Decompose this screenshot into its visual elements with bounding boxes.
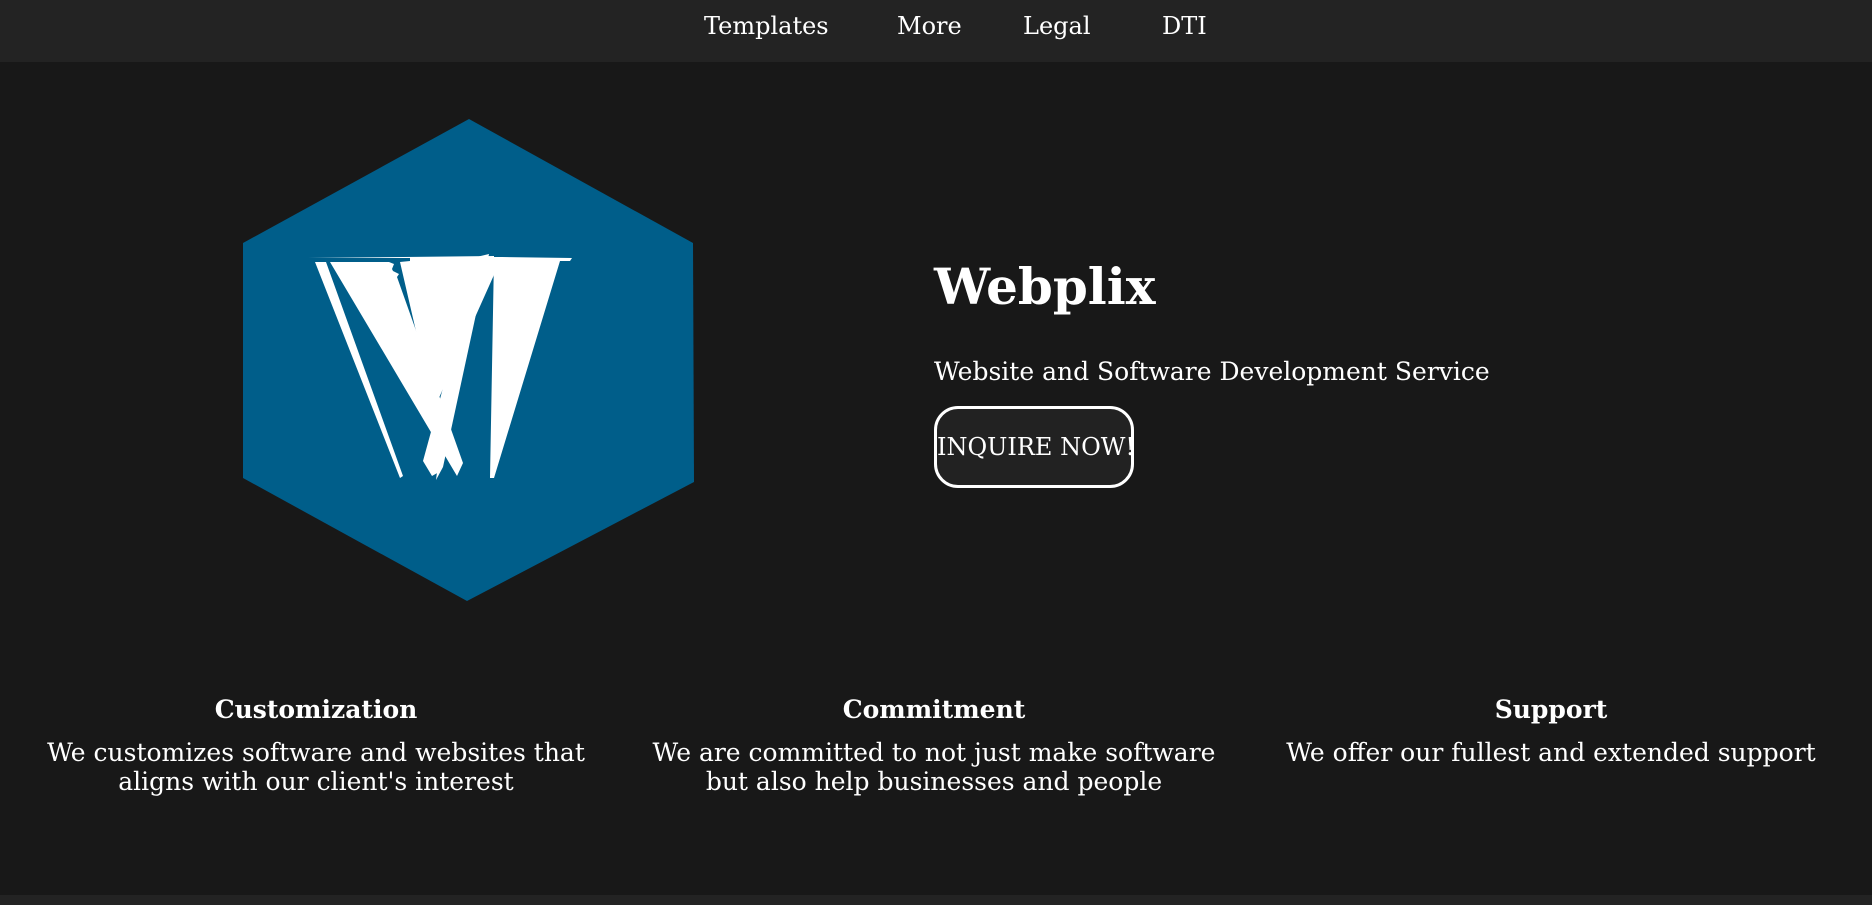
footer-bar xyxy=(0,895,1872,905)
nav-link-legal[interactable]: Legal xyxy=(1023,12,1091,40)
feature-text: We customizes software and websites that… xyxy=(47,737,585,796)
webplix-logo-icon xyxy=(242,118,694,602)
feature-text: We are committed to not just make softwa… xyxy=(652,737,1216,796)
feature-support: Support We offer our fullest and extende… xyxy=(1251,696,1851,767)
feature-title: Support xyxy=(1494,695,1608,724)
feature-text: We offer our fullest and extended suppor… xyxy=(1286,737,1816,767)
feature-title: Commitment xyxy=(842,695,1026,724)
feature-commitment: Commitment We are committed to not just … xyxy=(634,696,1234,796)
inquire-now-button[interactable]: INQUIRE NOW! xyxy=(934,406,1135,488)
top-navigation: Templates More Legal DTI xyxy=(0,0,1872,62)
feature-customization: Customization We customizes software and… xyxy=(16,696,616,796)
nav-link-dti[interactable]: DTI xyxy=(1162,12,1207,40)
hero-title: Webplix xyxy=(934,257,1156,316)
hero-subtitle: Website and Software Development Service xyxy=(934,357,1490,386)
feature-title: Customization xyxy=(214,695,418,724)
nav-link-templates[interactable]: Templates xyxy=(704,12,829,40)
nav-link-more[interactable]: More xyxy=(897,12,962,40)
